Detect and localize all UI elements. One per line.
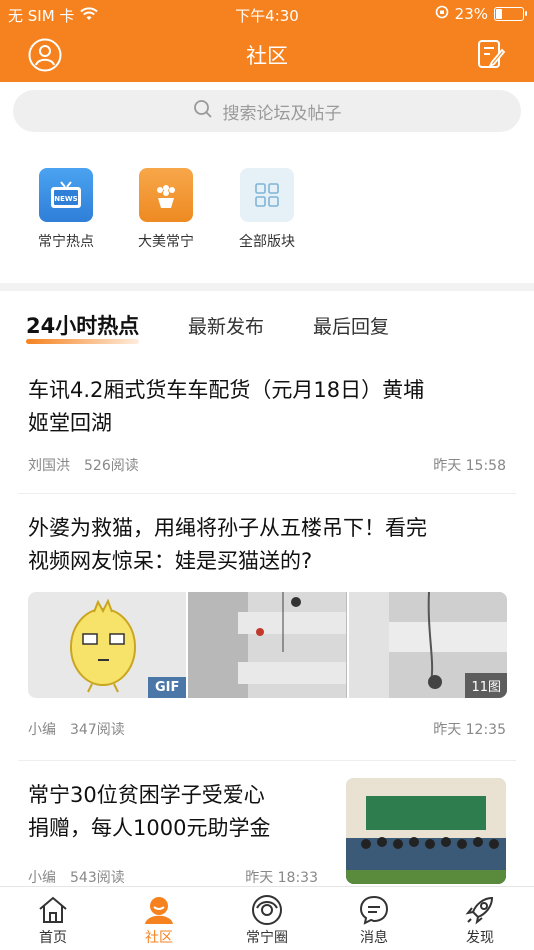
shortcut-all-boards[interactable]: 全部版块 (222, 168, 312, 251)
tab-24h-hot[interactable]: 24小时热点 (26, 310, 140, 344)
post-author: 刘国洪 (28, 458, 70, 474)
battery-icon (494, 7, 527, 21)
status-bar: 无 SIM 卡 下午4:30 23% (0, 0, 534, 28)
tab-last-reply[interactable]: 最后回复 (313, 312, 389, 339)
tab-latest[interactable]: 最新发布 (188, 312, 264, 339)
shortcut-label: 全部版块 (239, 234, 295, 250)
post-image-row: GIF 11图 (28, 592, 507, 698)
post-time: 昨天 15:58 (433, 458, 506, 474)
post-title: 外婆为救猫，用绳将孙子从五楼吊下！看完 视频网友惊呆：娃是买猫送的? (28, 516, 427, 573)
tabbar-community[interactable]: 社区 (119, 893, 199, 947)
home-icon (13, 893, 93, 927)
tabbar-label: 首页 (39, 930, 67, 946)
post-author: 小编 (28, 870, 56, 886)
building-photo (188, 592, 347, 698)
grid-icon (240, 168, 294, 222)
tabbar-label: 社区 (145, 930, 173, 946)
post-reads: 526阅读 (84, 458, 139, 474)
battery-percent: 23% (454, 5, 488, 23)
tabbar-home[interactable]: 首页 (13, 893, 93, 947)
search-placeholder: 搜索论坛及帖子 (222, 103, 342, 124)
post-image[interactable]: GIF (28, 592, 187, 698)
post-image[interactable]: 11图 (348, 592, 507, 698)
shortcut-changning-hot[interactable]: NEWS 常宁热点 (21, 168, 111, 251)
tabbar-discover[interactable]: 发现 (440, 893, 520, 947)
svg-text:NEWS: NEWS (54, 195, 77, 203)
tabbar-label: 消息 (360, 930, 388, 946)
tab-bar-feed: 24小时热点 最新发布 最后回复 (0, 308, 534, 348)
tabbar-label: 常宁圈 (246, 930, 288, 946)
search-icon (193, 99, 213, 124)
tabbar-label: 发现 (466, 930, 494, 946)
post-image[interactable] (188, 592, 347, 698)
rocket-icon (440, 893, 520, 927)
rotation-lock-icon (435, 5, 449, 23)
post-separator (18, 493, 516, 494)
page-title: 社区 (246, 44, 288, 68)
tabbar-changning-circle[interactable]: 常宁圈 (227, 893, 307, 947)
post-title: 常宁30位贫困学子受爱心 捐赠，每人1000元助学金 (28, 783, 271, 840)
post-thumbnail[interactable] (346, 778, 506, 884)
gif-badge: GIF (147, 677, 187, 698)
tab-label: 24小时热点 (26, 314, 140, 338)
shortcut-label: 大美常宁 (138, 234, 194, 250)
post-title: 车讯4.2厢式货车车配货（元月18日）黄埔 姬堂回湖 (28, 378, 425, 435)
tabbar-messages[interactable]: 消息 (334, 893, 414, 947)
tv-news-icon: NEWS (39, 168, 93, 222)
message-icon (334, 893, 414, 927)
circle-icon (227, 893, 307, 927)
tab-active-indicator (26, 339, 140, 344)
post-separator (18, 760, 516, 761)
shortcut-label: 常宁热点 (38, 234, 94, 250)
post-author: 小编 (28, 722, 56, 738)
shortcut-beautiful-changning[interactable]: 大美常宁 (121, 168, 211, 251)
section-divider (0, 283, 534, 291)
post-meta: 刘国洪 526阅读 (28, 455, 139, 475)
shortcut-grid: NEWS 常宁热点 大美常宁 全部版块 (0, 168, 534, 258)
post-meta: 小编 543阅读 (28, 867, 125, 887)
tab-label: 最后回复 (313, 316, 390, 338)
bottom-tab-bar: 首页 社区 常宁圈 消息 发现 (0, 886, 534, 950)
compose-icon[interactable] (476, 38, 506, 76)
post-reads: 543阅读 (70, 870, 125, 886)
post-time: 昨天 12:35 (433, 722, 506, 738)
post-time: 昨天 18:33 (245, 870, 318, 886)
flower-pot-icon (139, 168, 193, 222)
search-input[interactable]: 搜索论坛及帖子 (13, 90, 521, 132)
post-meta: 小编 347阅读 (28, 719, 125, 739)
post-reads: 347阅读 (70, 722, 125, 738)
group-photo (346, 778, 506, 884)
community-icon (119, 893, 199, 927)
tab-label: 最新发布 (188, 316, 265, 338)
image-count-badge: 11图 (465, 673, 507, 698)
nav-bar: 社区 (0, 28, 534, 82)
